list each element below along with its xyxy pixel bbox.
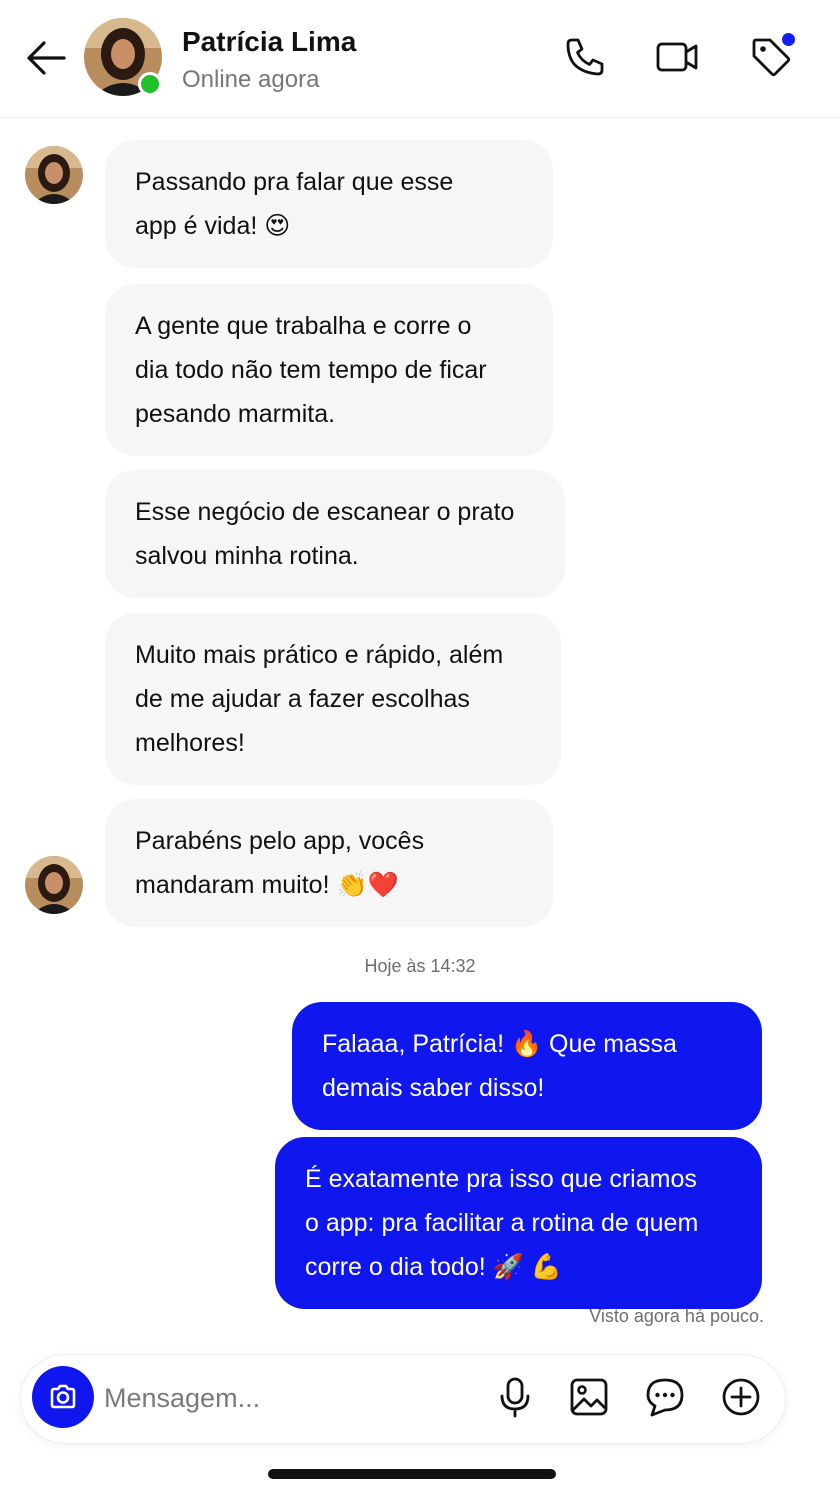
contact-status: Online agora	[182, 66, 320, 93]
video-icon	[656, 42, 698, 72]
add-attachment-button[interactable]	[720, 1376, 762, 1418]
message-line: Passando pra falar que esse	[135, 168, 454, 196]
message-line: Falaaa, Patrícia! 🔥 Que massa	[322, 1030, 677, 1058]
incoming-message[interactable]: A gente que trabalha e corre o dia todo …	[105, 284, 553, 456]
plus-circle-icon	[722, 1378, 760, 1416]
incoming-message[interactable]: Parabéns pelo app, vocês mandaram muito!…	[105, 799, 553, 927]
message-line: Muito mais prático e rápido, além	[135, 641, 504, 669]
home-indicator	[268, 1469, 556, 1479]
camera-button[interactable]	[32, 1366, 94, 1428]
camera-icon	[50, 1384, 76, 1409]
message-timestamp: Hoje às 14:32	[364, 956, 476, 976]
back-button[interactable]	[24, 38, 68, 78]
gallery-button[interactable]	[568, 1376, 610, 1418]
chat-bubble-icon	[646, 1378, 684, 1417]
contact-name[interactable]: Patrícia Lima	[182, 26, 356, 58]
voice-message-button[interactable]	[494, 1376, 536, 1418]
message-line: salvou minha rotina.	[135, 542, 359, 570]
seen-status: Visto agora há pouco.	[589, 1306, 764, 1326]
incoming-message[interactable]: Passando pra falar que esse app é vida! …	[105, 140, 553, 268]
incoming-message[interactable]: Muito mais prático e rápido, além de me …	[105, 613, 561, 785]
message-input[interactable]	[104, 1374, 464, 1422]
message-line: app é vida! 😍	[135, 212, 291, 240]
sender-avatar[interactable]	[25, 856, 83, 914]
message-line: É exatamente pra isso que criamos	[305, 1165, 697, 1193]
message-line: mandaram muito! 👏❤️	[135, 871, 399, 899]
image-icon	[570, 1378, 608, 1416]
message-line: corre o dia todo! 🚀 💪	[305, 1253, 562, 1281]
microphone-icon	[500, 1377, 530, 1418]
message-line: dia todo não tem tempo de ficar	[135, 356, 487, 384]
message-line: o app: pra facilitar a rotina de quem	[305, 1209, 699, 1237]
outgoing-message[interactable]: É exatamente pra isso que criamos o app:…	[275, 1137, 762, 1309]
message-line: pesando marmita.	[135, 400, 336, 428]
message-line: Esse negócio de escanear o prato	[135, 498, 515, 526]
chat-header: Patrícia Lima Online agora	[0, 0, 840, 118]
message-line: de me ajudar a fazer escolhas	[135, 685, 470, 713]
call-button[interactable]	[562, 34, 608, 80]
online-indicator	[138, 72, 162, 96]
video-call-button[interactable]	[654, 34, 700, 80]
outgoing-message[interactable]: Falaaa, Patrícia! 🔥 Que massa demais sab…	[292, 1002, 762, 1130]
message-line: melhores!	[135, 729, 245, 757]
message-line: A gente que trabalha e corre o	[135, 312, 472, 340]
sender-avatar[interactable]	[25, 146, 83, 204]
phone-icon	[566, 38, 604, 76]
notification-dot	[782, 33, 795, 46]
incoming-message[interactable]: Esse negócio de escanear o prato salvou …	[105, 470, 565, 598]
quick-replies-button[interactable]	[644, 1376, 686, 1418]
message-line: Parabéns pelo app, vocês	[135, 827, 425, 855]
message-line: demais saber disso!	[322, 1074, 545, 1102]
back-arrow-icon	[27, 41, 66, 75]
